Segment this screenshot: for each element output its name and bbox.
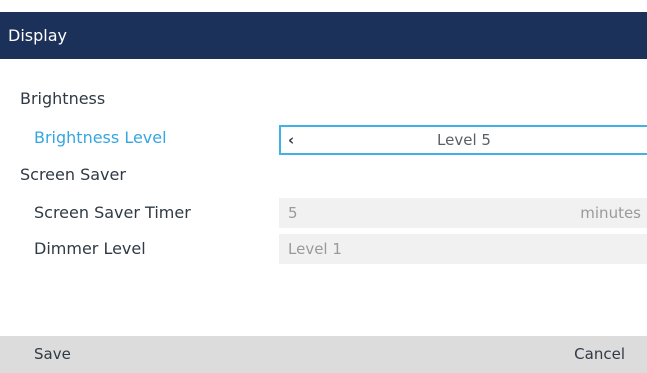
brightness-section-heading: Brightness: [20, 89, 106, 108]
softkey-bar: Save Cancel: [0, 336, 647, 373]
cancel-button[interactable]: Cancel: [574, 336, 625, 373]
save-button[interactable]: Save: [34, 336, 71, 373]
page-title: Display: [8, 26, 67, 45]
dimmer-level-field[interactable]: Level 1: [279, 234, 647, 264]
brightness-level-selector[interactable]: ‹ Level 5: [279, 125, 647, 155]
screen-saver-timer-label: Screen Saver Timer: [34, 203, 191, 222]
screen-saver-timer-unit: minutes: [580, 204, 641, 222]
dimmer-level-value: Level 1: [288, 240, 342, 258]
title-bar: Display: [0, 12, 647, 59]
screen-saver-timer-value: 5: [288, 204, 298, 222]
screen-saver-timer-field[interactable]: 5 minutes: [279, 198, 647, 228]
brightness-level-value: Level 5: [437, 131, 491, 149]
dimmer-level-label: Dimmer Level: [34, 239, 146, 258]
brightness-level-label: Brightness Level: [34, 128, 167, 147]
screen-saver-section-heading: Screen Saver: [20, 165, 126, 184]
display-settings-screen: Display Brightness Brightness Level ‹ Le…: [0, 0, 647, 373]
